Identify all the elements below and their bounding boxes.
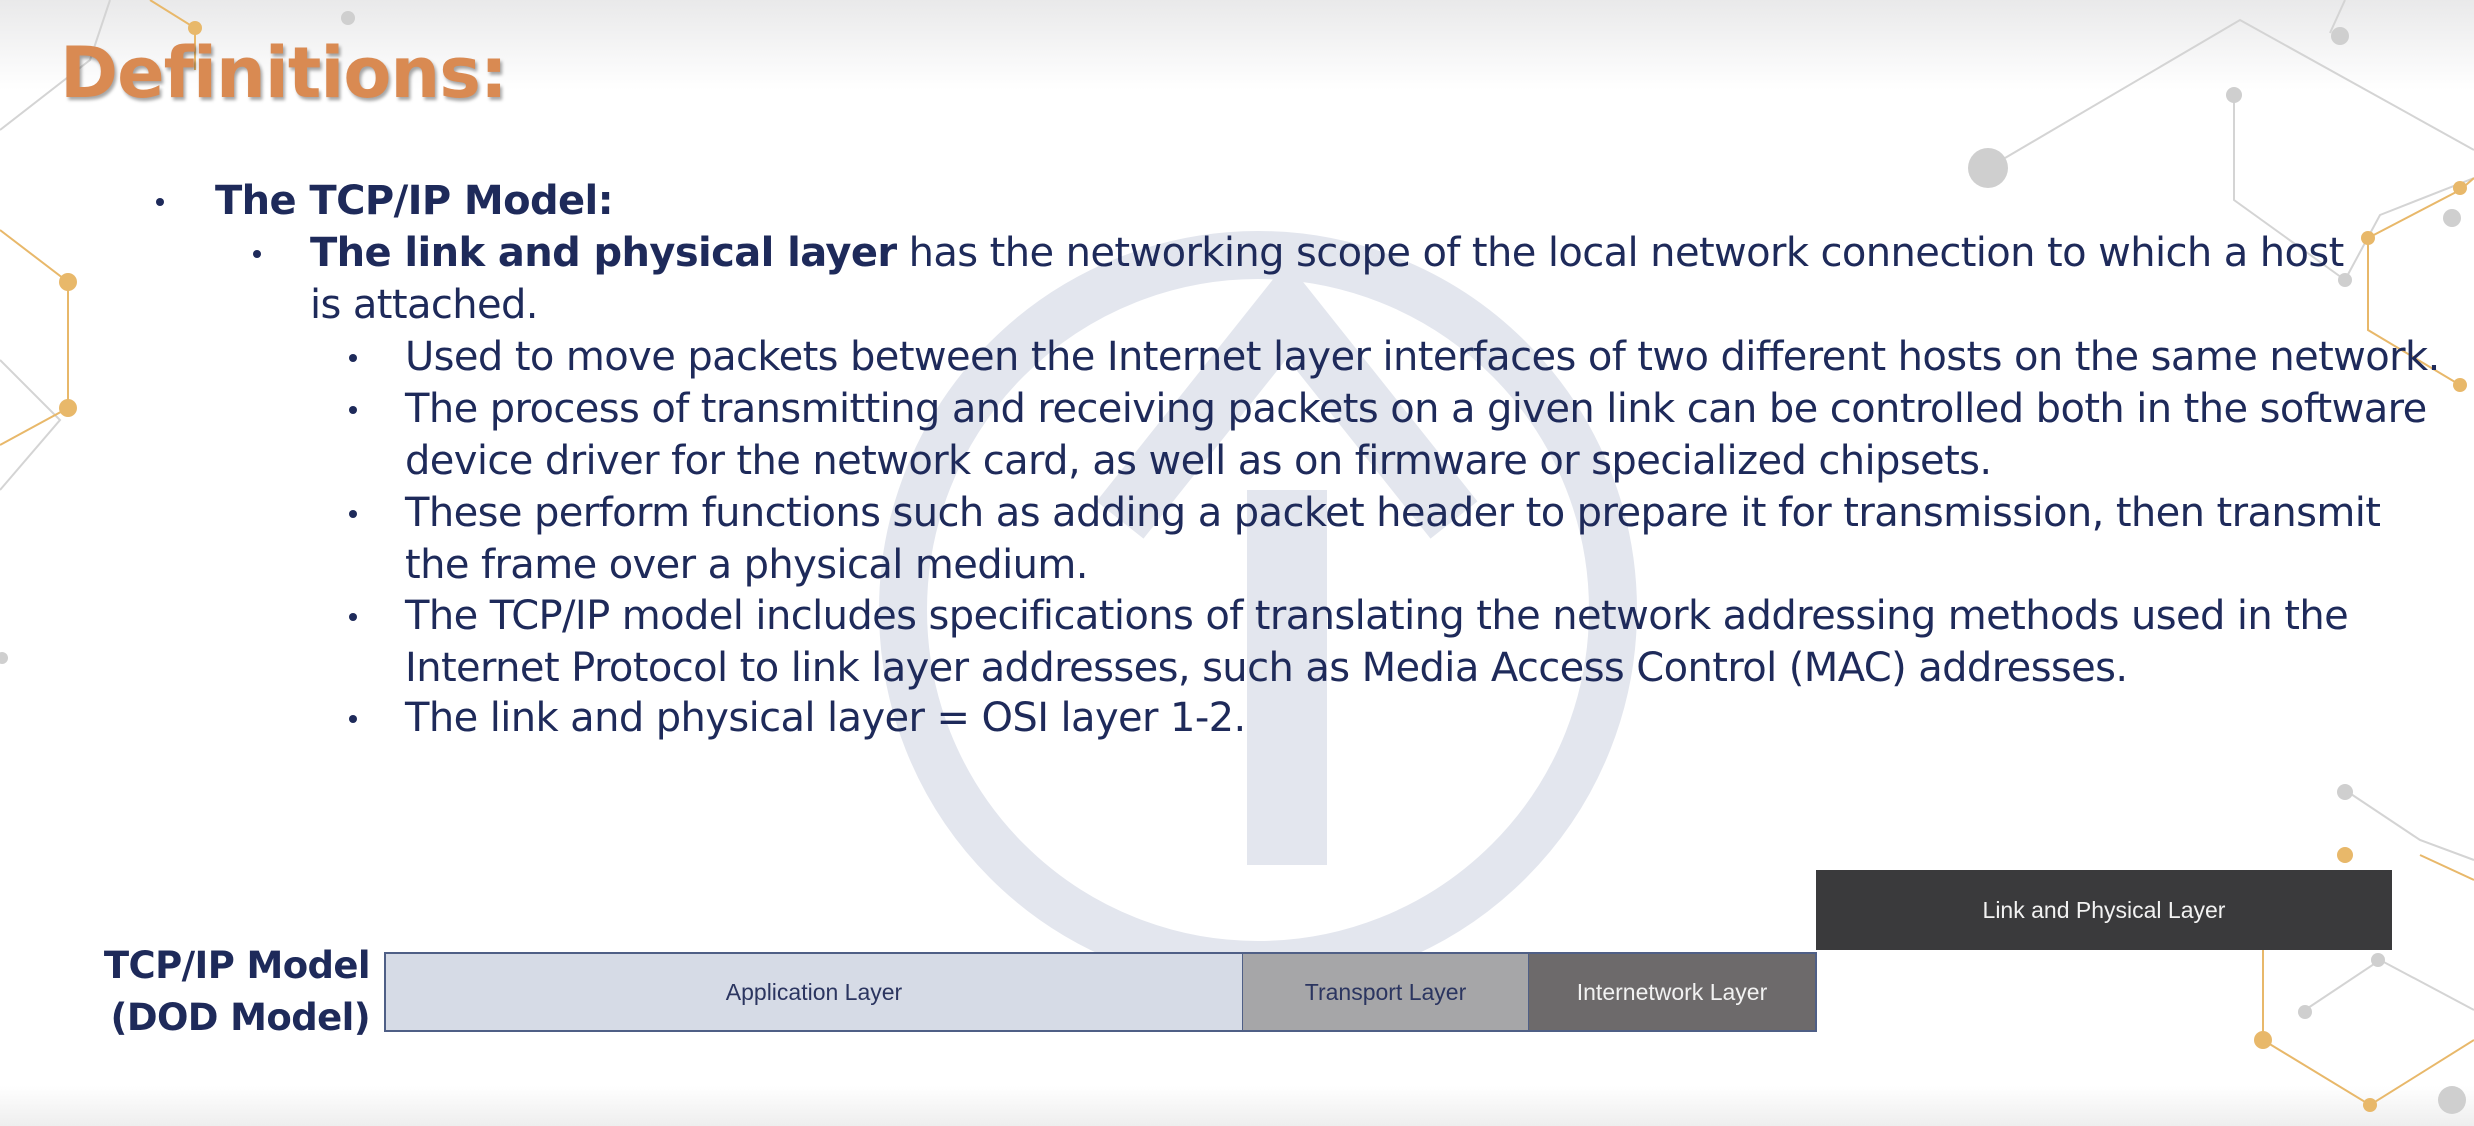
link-physical-layer-box: Link and Physical Layer [1816, 870, 2392, 950]
sub-bullet-text: Used to move packets between the Interne… [405, 334, 2440, 380]
tcpip-model-label-line1: TCP/IP Model [103, 944, 371, 987]
sub-bullet-packet-header: These perform functions such as adding a… [349, 487, 2455, 591]
bullet-link-physical-term: The link and physical layer [310, 230, 897, 276]
bullet-link-physical-layer: The link and physical layer has the netw… [253, 227, 2380, 331]
bullet-tcpip-model-label: The TCP/IP Model: [215, 178, 614, 224]
sub-bullet-osi-mapping: The link and physical layer = OSI layer … [349, 692, 2455, 744]
bullet-dot [349, 715, 357, 723]
bullet-dot [349, 406, 357, 414]
bullet-dot [349, 354, 357, 362]
sub-bullet-text: The process of transmitting and receivin… [405, 386, 2427, 484]
transport-layer-box: Transport Layer [1243, 952, 1530, 1032]
sub-bullet-addressing: The TCP/IP model includes specifications… [349, 590, 2455, 694]
tcpip-model-label: TCP/IP Model (DOD Model) [95, 940, 371, 1044]
sub-bullet-move-packets: Used to move packets between the Interne… [349, 331, 2455, 383]
tcpip-model-label-line2: (DOD Model) [110, 996, 371, 1039]
internetwork-layer-box: Internetwork Layer [1529, 952, 1817, 1032]
sub-bullet-text: The link and physical layer = OSI layer … [405, 695, 1246, 741]
bullet-dot [253, 250, 261, 258]
bullet-dot [156, 198, 164, 206]
bullet-tcpip-model: The TCP/IP Model: [156, 175, 614, 227]
bullet-dot [349, 613, 357, 621]
application-layer-box: Application Layer [384, 952, 1244, 1032]
slide-title: Definitions: [60, 32, 508, 114]
sub-bullet-text: These perform functions such as adding a… [405, 490, 2381, 588]
sub-bullet-transmit-receive: The process of transmitting and receivin… [349, 383, 2455, 487]
sub-bullet-text: The TCP/IP model includes specifications… [405, 593, 2349, 691]
bullet-dot [349, 510, 357, 518]
